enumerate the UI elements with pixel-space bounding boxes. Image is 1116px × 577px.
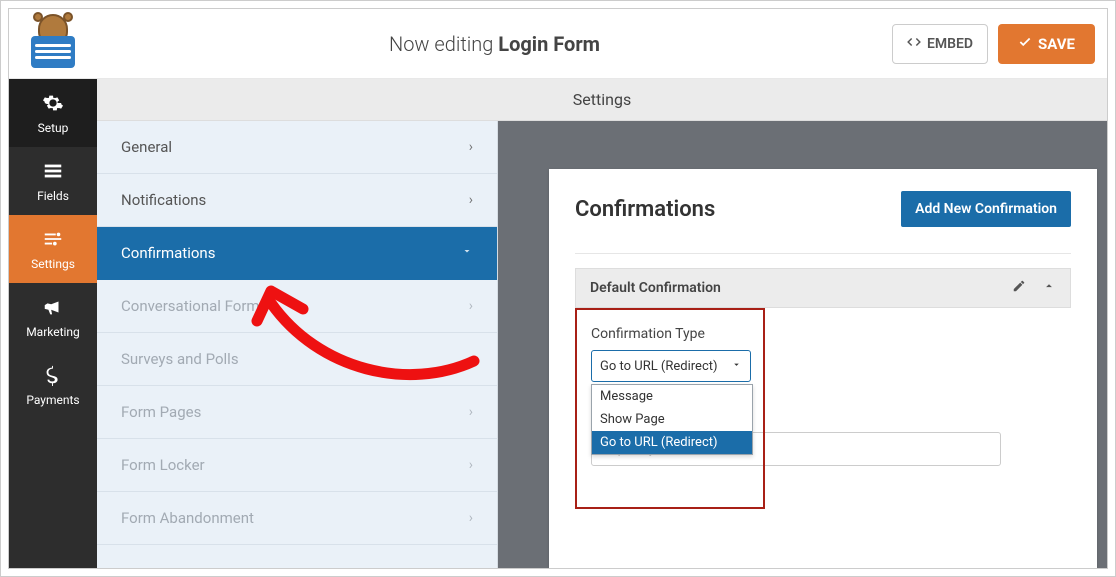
top-bar: Now editing Login Form EMBED SAVE [9, 9, 1107, 79]
menu-label: Form Locker [121, 456, 205, 474]
chevron-down-icon [731, 359, 742, 374]
add-confirmation-button[interactable]: Add New Confirmation [901, 191, 1071, 227]
accordion-title: Default Confirmation [590, 280, 721, 296]
menu-general[interactable]: General › [97, 121, 497, 174]
dropdown-option[interactable]: Go to URL (Redirect) [592, 431, 752, 454]
app-logo [9, 9, 97, 79]
confirmation-type-dropdown: Message Show Page Go to URL (Redirect) [591, 384, 753, 455]
chevron-right-icon: › [469, 298, 473, 314]
chevron-right-icon: › [469, 351, 473, 367]
panel-title-text: Settings [573, 90, 631, 109]
chevron-right-icon: › [469, 510, 473, 526]
chevron-right-icon: › [469, 404, 473, 420]
menu-confirmations[interactable]: Confirmations [97, 227, 497, 280]
embed-button[interactable]: EMBED [892, 24, 988, 64]
divider [575, 253, 1071, 254]
main-canvas: Confirmations Add New Confirmation Defau… [498, 121, 1107, 568]
menu-label: Confirmations [121, 244, 215, 262]
primary-nav: Setup Fields Settings [9, 79, 97, 568]
dropdown-option[interactable]: Show Page [592, 408, 752, 431]
menu-form-pages[interactable]: Form Pages › [97, 386, 497, 439]
select-value: Go to URL (Redirect) [600, 359, 718, 374]
confirmation-accordion: Default Confirmation [575, 268, 1071, 528]
dropdown-option[interactable]: Message [592, 385, 752, 408]
accordion-header[interactable]: Default Confirmation [575, 268, 1071, 308]
nav-label: Setup [38, 121, 69, 135]
chevron-right-icon: › [469, 139, 473, 155]
code-icon [907, 35, 921, 53]
nav-payments[interactable]: Payments [9, 351, 97, 419]
chevron-down-icon [461, 245, 473, 261]
confirmation-type-label: Confirmation Type [591, 326, 1055, 342]
now-editing-label: Now editing [389, 32, 493, 56]
menu-label: Notifications [121, 191, 206, 209]
save-button[interactable]: SAVE [998, 24, 1095, 64]
nav-label: Fields [37, 189, 69, 203]
menu-label: Form Pages [121, 403, 201, 421]
list-icon [42, 160, 64, 185]
menu-form-locker[interactable]: Form Locker › [97, 439, 497, 492]
save-label: SAVE [1038, 35, 1075, 53]
panel-title: Settings [97, 79, 1107, 121]
confirmation-type-select[interactable]: Go to URL (Redirect) Message Show Page G… [591, 350, 751, 382]
nav-setup[interactable]: Setup [9, 79, 97, 147]
menu-label: Form Abandonment [121, 509, 254, 527]
gear-icon [42, 92, 64, 117]
menu-label: General [121, 138, 172, 156]
card-heading: Confirmations [575, 197, 715, 222]
menu-label: Conversational Forms [121, 297, 267, 315]
sliders-icon [42, 228, 64, 253]
menu-label: Surveys and Polls [121, 350, 239, 368]
nav-label: Payments [26, 393, 79, 407]
embed-label: EMBED [927, 36, 973, 52]
nav-label: Marketing [26, 325, 80, 339]
check-icon [1018, 35, 1032, 53]
menu-form-abandonment[interactable]: Form Abandonment › [97, 492, 497, 545]
editing-title: Now editing Login Form [97, 32, 892, 56]
menu-conversational[interactable]: Conversational Forms › [97, 280, 497, 333]
nav-settings[interactable]: Settings [9, 215, 97, 283]
nav-marketing[interactable]: Marketing [9, 283, 97, 351]
chevron-up-icon[interactable] [1042, 279, 1056, 297]
accordion-body: Confirmation Type Go to URL (Redirect) M… [575, 308, 1071, 528]
pencil-icon[interactable] [1012, 279, 1026, 297]
settings-menu: General › Notifications › Confirmations [97, 121, 498, 568]
nav-label: Settings [31, 257, 75, 271]
nav-fields[interactable]: Fields [9, 147, 97, 215]
form-name: Login Form [498, 32, 600, 56]
bullhorn-icon [42, 296, 64, 321]
chevron-right-icon: › [469, 192, 473, 208]
dollar-icon [42, 364, 64, 389]
menu-notifications[interactable]: Notifications › [97, 174, 497, 227]
chevron-right-icon: › [469, 457, 473, 473]
menu-surveys[interactable]: Surveys and Polls › [97, 333, 497, 386]
confirmations-card: Confirmations Add New Confirmation Defau… [549, 169, 1097, 568]
